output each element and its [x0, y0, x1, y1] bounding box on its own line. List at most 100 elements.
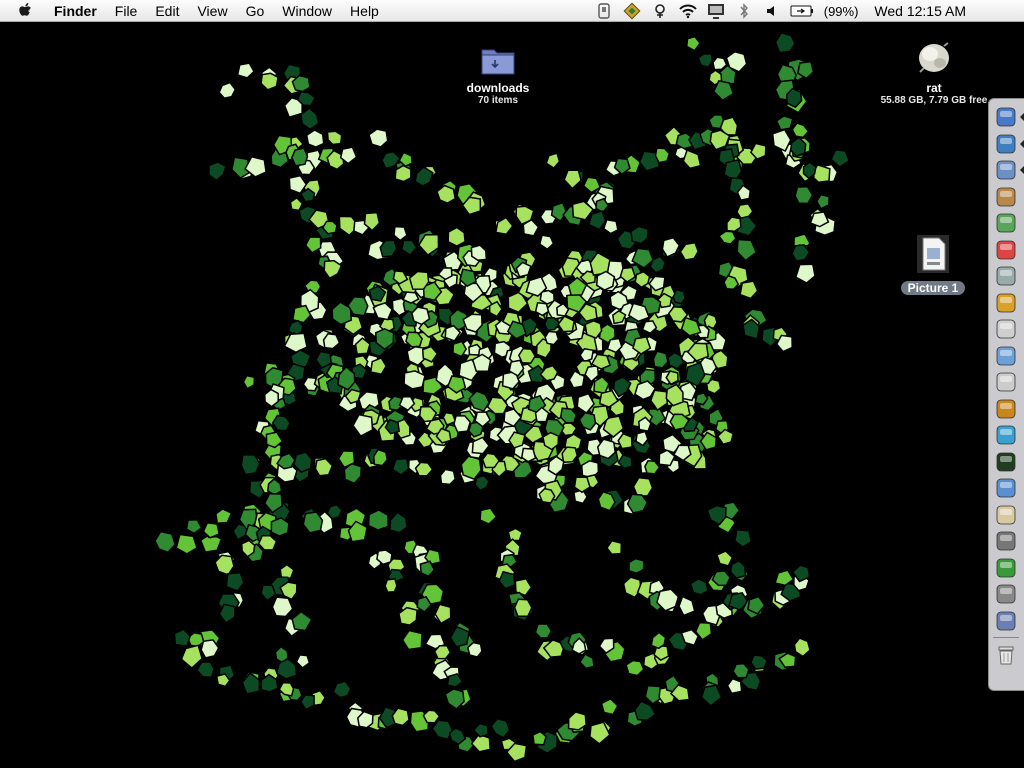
utility-icon[interactable] [993, 370, 1019, 394]
downloads-folder[interactable]: downloads 70 items [450, 44, 546, 107]
trash-icon[interactable] [993, 643, 1019, 667]
script-icon[interactable] [993, 503, 1019, 527]
mosaic-cell [421, 345, 439, 363]
mosaic-cell [490, 717, 511, 739]
preview-icon[interactable] [993, 423, 1019, 447]
print-icon[interactable] [993, 529, 1019, 553]
mosaic-cell [628, 557, 645, 575]
mosaic-cell [632, 476, 654, 498]
mosaic-cell [186, 632, 205, 648]
menu-file[interactable]: File [106, 0, 147, 22]
mosaic-cell [215, 508, 233, 524]
mosaic-cell [712, 80, 735, 102]
volume-icon[interactable] [761, 0, 783, 22]
mosaic-cell [453, 414, 472, 434]
mosaic-cell [391, 457, 410, 476]
mosaic-cell [302, 511, 324, 534]
downloads-label: downloads [466, 81, 530, 95]
sync-menu-icon[interactable] [593, 0, 615, 22]
mosaic-cell [472, 722, 489, 738]
menu-clock[interactable]: Wed 12:15 AM [874, 3, 966, 19]
rat-disk[interactable]: rat 55.88 GB, 7.79 GB free [872, 38, 996, 107]
safari-icon[interactable] [993, 344, 1019, 368]
menu-view[interactable]: View [188, 0, 236, 22]
display-mirror-icon[interactable] [705, 0, 727, 22]
web-icon[interactable] [993, 397, 1019, 421]
disk-tool-icon[interactable] [993, 582, 1019, 606]
mosaic-cell [736, 203, 754, 220]
mosaic-cell [563, 169, 582, 190]
mosaic-cell [736, 238, 758, 262]
menu-edit[interactable]: Edit [146, 0, 188, 22]
mosaic-cell [547, 455, 565, 476]
dock [988, 98, 1024, 691]
mosaic-cell [595, 270, 616, 291]
mosaic-cell [271, 596, 294, 618]
mosaic-cell [373, 448, 388, 467]
bluetooth-icon[interactable] [733, 0, 755, 22]
photo-icon[interactable] [993, 609, 1019, 633]
mosaic-cell [393, 225, 408, 242]
running-indicator [1020, 166, 1024, 174]
script-menu-icon[interactable] [621, 0, 643, 22]
mosaic-cell [678, 595, 696, 617]
menu-bar: Finder File Edit View Go Window Help (99… [0, 0, 1024, 22]
mosaic-cell [794, 185, 814, 205]
itunes-icon[interactable] [993, 211, 1019, 235]
apple-menu-icon[interactable] [18, 3, 38, 19]
picture-1-file[interactable]: Picture 1 [894, 234, 972, 297]
mosaic-cell [689, 577, 709, 596]
folder-icon [450, 44, 546, 81]
mosaic-cell [605, 539, 623, 555]
iphoto-icon[interactable] [993, 264, 1019, 288]
mosaic-cell [260, 72, 279, 91]
mosaic-cell [403, 370, 426, 390]
picture-1-label: Picture 1 [900, 281, 966, 295]
battery-percentage[interactable]: (99%) [824, 4, 859, 19]
wifi-icon[interactable] [677, 0, 699, 22]
mosaic-cell [538, 487, 556, 504]
menu-window[interactable]: Window [273, 0, 341, 22]
mosaic-cell [717, 230, 737, 245]
ical-icon[interactable] [993, 238, 1019, 262]
dreamweaver-icon[interactable] [993, 556, 1019, 580]
mail-icon[interactable] [993, 158, 1019, 182]
textedit-icon[interactable] [993, 476, 1019, 500]
mosaic-cell [260, 584, 277, 602]
mosaic-cell [300, 694, 315, 711]
mosaic-cell [326, 130, 343, 146]
mosaic-cell [534, 301, 550, 317]
mosaic-cell [507, 527, 524, 542]
mosaic-cell [726, 216, 742, 232]
mosaic-cell [679, 241, 700, 261]
mosaic-cell [300, 107, 320, 131]
mosaic-cell [208, 161, 227, 182]
mosaic-cell [291, 610, 313, 632]
address-book-icon[interactable] [993, 185, 1019, 209]
storage-icon[interactable] [993, 317, 1019, 341]
console-icon[interactable] [993, 291, 1019, 315]
menu-app-finder[interactable]: Finder [54, 0, 106, 22]
mosaic-cell [697, 52, 714, 68]
mosaic-cell [573, 476, 591, 494]
mosaic-cell [587, 210, 607, 231]
mosaic-cell [408, 270, 430, 291]
mosaic-cell [367, 509, 389, 531]
mosaic-cell [323, 259, 343, 280]
mosaic-cell [305, 129, 325, 148]
menu-go[interactable]: Go [237, 0, 274, 22]
bluetooth-sync-icon[interactable] [649, 0, 671, 22]
finder-icon[interactable] [993, 105, 1019, 129]
mosaic-cell [749, 654, 769, 670]
menu-help[interactable]: Help [341, 0, 388, 22]
terminal-icon[interactable] [993, 450, 1019, 474]
mosaic-cell [175, 533, 198, 555]
mosaic-cell [185, 518, 203, 535]
mosaic-cell [218, 81, 237, 100]
mosaic-cell [545, 152, 561, 170]
mosaic-cell [439, 468, 457, 486]
network-globe-icon[interactable] [993, 132, 1019, 156]
running-indicator [1020, 113, 1024, 121]
mosaic-cell [513, 598, 533, 618]
battery-icon[interactable] [789, 0, 815, 22]
